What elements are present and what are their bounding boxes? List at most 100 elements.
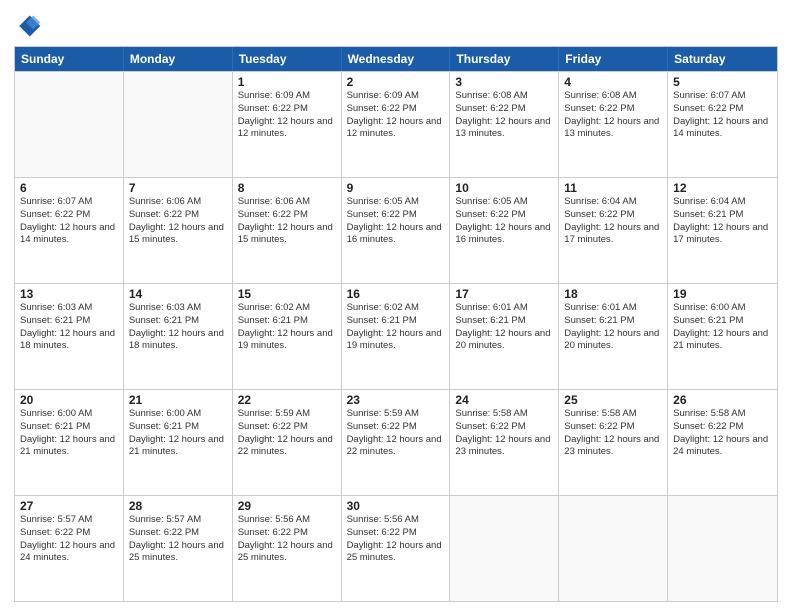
day-number: 7 (129, 181, 227, 195)
day-info: Sunrise: 6:04 AM Sunset: 6:21 PM Dayligh… (673, 196, 772, 247)
calendar-row: 20Sunrise: 6:00 AM Sunset: 6:21 PM Dayli… (15, 389, 777, 495)
day-number: 18 (564, 287, 662, 301)
calendar-cell: 26Sunrise: 5:58 AM Sunset: 6:22 PM Dayli… (668, 390, 777, 495)
day-number: 2 (347, 75, 445, 89)
day-info: Sunrise: 6:03 AM Sunset: 6:21 PM Dayligh… (20, 302, 118, 353)
calendar-cell: 10Sunrise: 6:05 AM Sunset: 6:22 PM Dayli… (450, 178, 559, 283)
logo (14, 12, 46, 40)
day-info: Sunrise: 6:09 AM Sunset: 6:22 PM Dayligh… (347, 90, 445, 141)
day-number: 15 (238, 287, 336, 301)
day-info: Sunrise: 6:05 AM Sunset: 6:22 PM Dayligh… (347, 196, 445, 247)
day-number: 9 (347, 181, 445, 195)
calendar-cell: 24Sunrise: 5:58 AM Sunset: 6:22 PM Dayli… (450, 390, 559, 495)
header (14, 12, 778, 40)
day-number: 4 (564, 75, 662, 89)
day-number: 21 (129, 393, 227, 407)
day-info: Sunrise: 6:06 AM Sunset: 6:22 PM Dayligh… (238, 196, 336, 247)
calendar-header-cell: Sunday (15, 47, 124, 71)
calendar-cell: 5Sunrise: 6:07 AM Sunset: 6:22 PM Daylig… (668, 72, 777, 177)
day-info: Sunrise: 6:04 AM Sunset: 6:22 PM Dayligh… (564, 196, 662, 247)
calendar-header-cell: Wednesday (342, 47, 451, 71)
calendar: SundayMondayTuesdayWednesdayThursdayFrid… (14, 46, 778, 602)
calendar-header-cell: Tuesday (233, 47, 342, 71)
day-number: 28 (129, 499, 227, 513)
calendar-cell: 17Sunrise: 6:01 AM Sunset: 6:21 PM Dayli… (450, 284, 559, 389)
day-info: Sunrise: 6:01 AM Sunset: 6:21 PM Dayligh… (564, 302, 662, 353)
calendar-cell: 3Sunrise: 6:08 AM Sunset: 6:22 PM Daylig… (450, 72, 559, 177)
day-number: 14 (129, 287, 227, 301)
day-info: Sunrise: 6:03 AM Sunset: 6:21 PM Dayligh… (129, 302, 227, 353)
calendar-header-row: SundayMondayTuesdayWednesdayThursdayFrid… (15, 47, 777, 71)
day-number: 5 (673, 75, 772, 89)
day-info: Sunrise: 5:56 AM Sunset: 6:22 PM Dayligh… (238, 514, 336, 565)
calendar-cell: 29Sunrise: 5:56 AM Sunset: 6:22 PM Dayli… (233, 496, 342, 601)
calendar-cell: 20Sunrise: 6:00 AM Sunset: 6:21 PM Dayli… (15, 390, 124, 495)
day-info: Sunrise: 6:06 AM Sunset: 6:22 PM Dayligh… (129, 196, 227, 247)
day-info: Sunrise: 6:09 AM Sunset: 6:22 PM Dayligh… (238, 90, 336, 141)
calendar-cell: 21Sunrise: 6:00 AM Sunset: 6:21 PM Dayli… (124, 390, 233, 495)
day-number: 12 (673, 181, 772, 195)
day-info: Sunrise: 6:07 AM Sunset: 6:22 PM Dayligh… (673, 90, 772, 141)
calendar-row: 27Sunrise: 5:57 AM Sunset: 6:22 PM Dayli… (15, 495, 777, 601)
day-number: 17 (455, 287, 553, 301)
calendar-cell: 4Sunrise: 6:08 AM Sunset: 6:22 PM Daylig… (559, 72, 668, 177)
calendar-cell: 18Sunrise: 6:01 AM Sunset: 6:21 PM Dayli… (559, 284, 668, 389)
calendar-cell: 8Sunrise: 6:06 AM Sunset: 6:22 PM Daylig… (233, 178, 342, 283)
day-info: Sunrise: 5:59 AM Sunset: 6:22 PM Dayligh… (238, 408, 336, 459)
day-number: 23 (347, 393, 445, 407)
calendar-header-cell: Friday (559, 47, 668, 71)
day-info: Sunrise: 6:08 AM Sunset: 6:22 PM Dayligh… (564, 90, 662, 141)
calendar-header-cell: Saturday (668, 47, 777, 71)
day-info: Sunrise: 5:58 AM Sunset: 6:22 PM Dayligh… (673, 408, 772, 459)
calendar-cell: 2Sunrise: 6:09 AM Sunset: 6:22 PM Daylig… (342, 72, 451, 177)
logo-icon (14, 12, 42, 40)
calendar-cell (668, 496, 777, 601)
day-number: 3 (455, 75, 553, 89)
calendar-cell (450, 496, 559, 601)
day-info: Sunrise: 5:57 AM Sunset: 6:22 PM Dayligh… (20, 514, 118, 565)
day-info: Sunrise: 6:00 AM Sunset: 6:21 PM Dayligh… (673, 302, 772, 353)
day-info: Sunrise: 5:59 AM Sunset: 6:22 PM Dayligh… (347, 408, 445, 459)
calendar-cell: 12Sunrise: 6:04 AM Sunset: 6:21 PM Dayli… (668, 178, 777, 283)
calendar-cell: 11Sunrise: 6:04 AM Sunset: 6:22 PM Dayli… (559, 178, 668, 283)
day-number: 19 (673, 287, 772, 301)
calendar-cell: 6Sunrise: 6:07 AM Sunset: 6:22 PM Daylig… (15, 178, 124, 283)
calendar-row: 1Sunrise: 6:09 AM Sunset: 6:22 PM Daylig… (15, 71, 777, 177)
day-info: Sunrise: 6:07 AM Sunset: 6:22 PM Dayligh… (20, 196, 118, 247)
calendar-cell (124, 72, 233, 177)
day-info: Sunrise: 5:56 AM Sunset: 6:22 PM Dayligh… (347, 514, 445, 565)
day-info: Sunrise: 5:58 AM Sunset: 6:22 PM Dayligh… (564, 408, 662, 459)
calendar-header-cell: Thursday (450, 47, 559, 71)
day-number: 6 (20, 181, 118, 195)
day-number: 25 (564, 393, 662, 407)
calendar-cell: 7Sunrise: 6:06 AM Sunset: 6:22 PM Daylig… (124, 178, 233, 283)
calendar-cell: 15Sunrise: 6:02 AM Sunset: 6:21 PM Dayli… (233, 284, 342, 389)
calendar-cell: 19Sunrise: 6:00 AM Sunset: 6:21 PM Dayli… (668, 284, 777, 389)
day-info: Sunrise: 6:00 AM Sunset: 6:21 PM Dayligh… (20, 408, 118, 459)
day-info: Sunrise: 6:02 AM Sunset: 6:21 PM Dayligh… (347, 302, 445, 353)
calendar-row: 13Sunrise: 6:03 AM Sunset: 6:21 PM Dayli… (15, 283, 777, 389)
day-info: Sunrise: 6:08 AM Sunset: 6:22 PM Dayligh… (455, 90, 553, 141)
day-number: 22 (238, 393, 336, 407)
day-info: Sunrise: 6:00 AM Sunset: 6:21 PM Dayligh… (129, 408, 227, 459)
calendar-cell: 25Sunrise: 5:58 AM Sunset: 6:22 PM Dayli… (559, 390, 668, 495)
day-info: Sunrise: 6:02 AM Sunset: 6:21 PM Dayligh… (238, 302, 336, 353)
day-number: 26 (673, 393, 772, 407)
calendar-cell: 13Sunrise: 6:03 AM Sunset: 6:21 PM Dayli… (15, 284, 124, 389)
day-number: 1 (238, 75, 336, 89)
calendar-cell: 9Sunrise: 6:05 AM Sunset: 6:22 PM Daylig… (342, 178, 451, 283)
calendar-cell: 30Sunrise: 5:56 AM Sunset: 6:22 PM Dayli… (342, 496, 451, 601)
day-number: 20 (20, 393, 118, 407)
day-info: Sunrise: 5:58 AM Sunset: 6:22 PM Dayligh… (455, 408, 553, 459)
day-number: 24 (455, 393, 553, 407)
calendar-header-cell: Monday (124, 47, 233, 71)
calendar-cell (15, 72, 124, 177)
day-number: 10 (455, 181, 553, 195)
calendar-cell: 16Sunrise: 6:02 AM Sunset: 6:21 PM Dayli… (342, 284, 451, 389)
calendar-body: 1Sunrise: 6:09 AM Sunset: 6:22 PM Daylig… (15, 71, 777, 601)
calendar-cell: 27Sunrise: 5:57 AM Sunset: 6:22 PM Dayli… (15, 496, 124, 601)
calendar-cell (559, 496, 668, 601)
page: SundayMondayTuesdayWednesdayThursdayFrid… (0, 0, 792, 612)
day-number: 8 (238, 181, 336, 195)
calendar-cell: 23Sunrise: 5:59 AM Sunset: 6:22 PM Dayli… (342, 390, 451, 495)
